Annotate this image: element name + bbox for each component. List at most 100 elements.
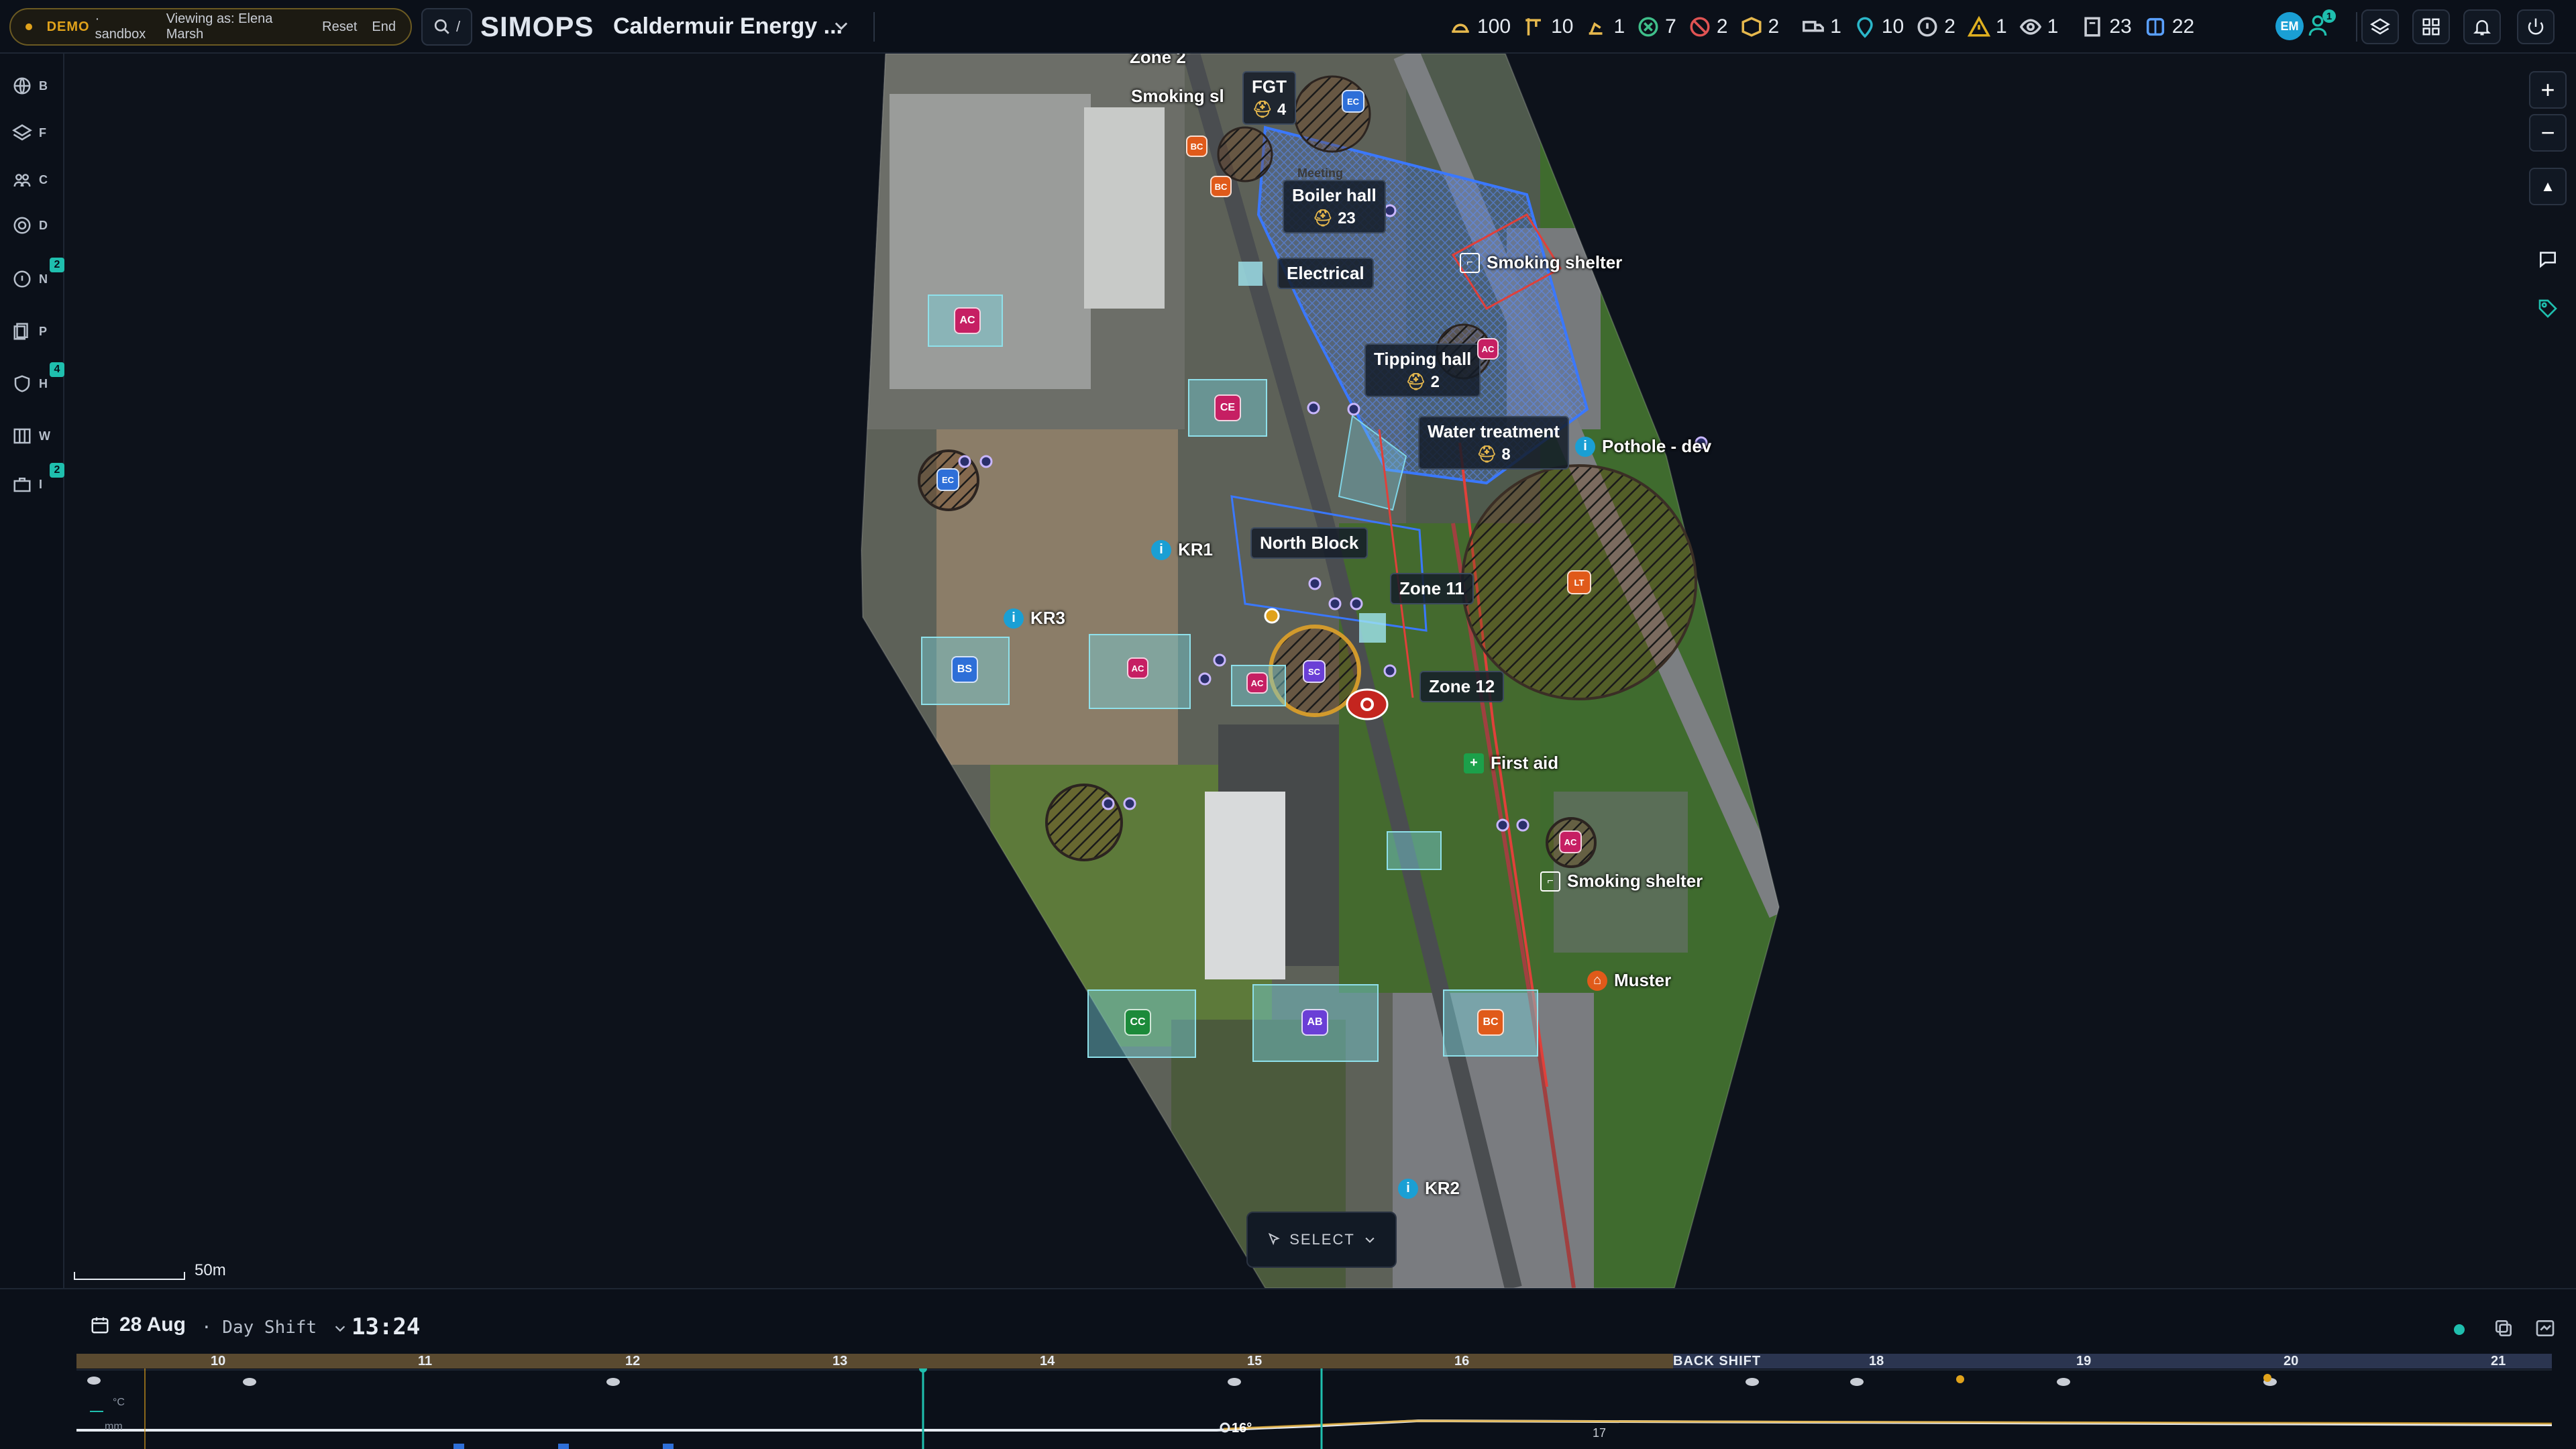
rail-letter: C: [39, 172, 48, 186]
date-picker[interactable]: 28 Aug: [90, 1313, 186, 1336]
notifications-button[interactable]: [2463, 9, 2501, 44]
rail-item-i[interactable]: I2: [12, 463, 64, 499]
pin-smoking-shelter[interactable]: ⌐ Smoking shelter: [1460, 252, 1622, 273]
stat-hardhat[interactable]: 100: [1449, 15, 1511, 38]
smoking-label[interactable]: Smoking sl: [1131, 86, 1224, 107]
tag-icon[interactable]: [2537, 298, 2559, 323]
marker-ab[interactable]: AB: [1301, 1009, 1328, 1036]
marker-cc[interactable]: CC: [1124, 1009, 1151, 1036]
reset-button[interactable]: Reset: [322, 19, 357, 35]
marker-bc[interactable]: BC: [1186, 136, 1208, 157]
marker-ac[interactable]: AC: [954, 307, 981, 334]
pin-muster[interactable]: ⌂ Muster: [1587, 970, 1671, 991]
search-button[interactable]: /: [421, 8, 472, 46]
layers-button[interactable]: [2361, 9, 2399, 44]
demo-tag: DEMO: [46, 19, 90, 34]
select-mode-button[interactable]: SELECT: [1246, 1212, 1397, 1268]
live-dot[interactable]: [2454, 1324, 2465, 1335]
map-canvas[interactable]: Zone 2 Smoking sl Meeting FGT ⛑ 4 Boiler…: [64, 54, 2576, 1288]
comments-icon[interactable]: [2537, 248, 2559, 273]
stat-warning[interactable]: 1: [1967, 15, 2007, 38]
stat-prohibited[interactable]: 2: [1688, 15, 1728, 38]
team-icon[interactable]: 1: [2308, 9, 2336, 39]
stat-hazard[interactable]: 7: [1637, 15, 1676, 38]
pin-kr3[interactable]: i KR3: [1004, 608, 1065, 629]
marker-ce[interactable]: CE: [1214, 394, 1241, 421]
zone-2-label[interactable]: Zone 2: [1130, 54, 1186, 68]
area-water-treatment[interactable]: Water treatment ⛑ 8: [1418, 416, 1569, 470]
area-tipping-hall[interactable]: Tipping hall ⛑ 2: [1364, 343, 1481, 397]
stat-info[interactable]: 2: [1916, 15, 1955, 38]
stat-location[interactable]: 10: [1854, 15, 1904, 38]
hazard-marker[interactable]: [1346, 688, 1389, 720]
stat-box[interactable]: 2: [1740, 15, 1779, 38]
chevron-down-icon[interactable]: [832, 16, 851, 35]
demo-env: · sandbox: [95, 11, 146, 42]
date-value: 28 Aug: [119, 1313, 186, 1336]
marker-ac[interactable]: AC: [1477, 338, 1499, 360]
rail-item-w[interactable]: W: [12, 421, 59, 451]
shift-selector[interactable]: · Day Shift: [201, 1318, 347, 1338]
weather-chart[interactable]: [76, 1368, 2552, 1449]
avatar[interactable]: EM: [2275, 12, 2304, 40]
apps-button[interactable]: [2412, 9, 2450, 44]
power-button[interactable]: [2517, 9, 2555, 44]
area-boiler-hall[interactable]: Boiler hall ⛑ 23: [1283, 180, 1386, 233]
site-selector[interactable]: Caldermuir Energy ...: [613, 13, 843, 40]
copy-icon[interactable]: [2493, 1318, 2514, 1342]
location-icon: [1857, 17, 1873, 38]
marker-ac[interactable]: AC: [1127, 657, 1148, 679]
rail-item-h[interactable]: H4: [12, 362, 64, 398]
warning-icon: [1967, 15, 1990, 37]
marker-bs[interactable]: BS: [951, 656, 978, 683]
rail-letter: B: [39, 78, 48, 93]
zoom-out-button[interactable]: −: [2529, 114, 2567, 152]
stat-excavator[interactable]: 1: [1585, 15, 1625, 38]
pin-smoking-shelter[interactable]: ⌐ Smoking shelter: [1540, 871, 1703, 892]
layers-icon: [2370, 18, 2390, 35]
rail-item-n[interactable]: N2: [12, 258, 64, 294]
hour-tick: 13: [833, 1354, 848, 1368]
pin-pothole[interactable]: i Pothole - dev: [1575, 436, 1711, 457]
area-electrical[interactable]: Electrical: [1277, 258, 1374, 289]
pin-first-aid[interactable]: + First aid: [1464, 753, 1558, 773]
marker-sc[interactable]: SC: [1303, 660, 1326, 683]
marker-ec[interactable]: EC: [936, 468, 959, 491]
pin-kr2[interactable]: i KR2: [1398, 1178, 1460, 1199]
end-button[interactable]: End: [372, 19, 396, 35]
area-fgt[interactable]: FGT ⛑ 4: [1242, 71, 1296, 125]
marker-lt[interactable]: LT: [1567, 570, 1591, 594]
marker-ec[interactable]: EC: [1342, 90, 1364, 113]
export-icon[interactable]: [2534, 1318, 2556, 1342]
zoom-in-button[interactable]: +: [2529, 71, 2567, 109]
stat-eye[interactable]: 1: [2019, 15, 2058, 38]
pin-kr1[interactable]: i KR1: [1151, 539, 1213, 560]
area-north-block[interactable]: North Block: [1250, 527, 1368, 559]
excavator-icon: [1589, 22, 1603, 35]
box-icon: [1741, 17, 1762, 37]
calendar-icon: [91, 1317, 109, 1334]
north-arrow-button[interactable]: ▲: [2529, 168, 2567, 205]
stat-truck[interactable]: 1: [1802, 15, 1841, 38]
chevron-down-icon: [335, 1325, 345, 1332]
area-zone-11[interactable]: Zone 11: [1390, 573, 1474, 604]
rail-item-b[interactable]: B: [12, 71, 59, 101]
rail-item-d[interactable]: D: [12, 211, 59, 240]
rail-item-p[interactable]: P: [12, 317, 59, 346]
stat-building[interactable]: 23: [2081, 15, 2132, 38]
marker-bc[interactable]: BC: [1477, 1009, 1504, 1036]
stat-grid[interactable]: 22: [2144, 15, 2194, 38]
rail-item-f[interactable]: F: [12, 118, 59, 148]
area-zone-12[interactable]: Zone 12: [1419, 671, 1505, 702]
time-ruler[interactable]: [76, 1354, 2552, 1368]
marker-bc[interactable]: BC: [1210, 176, 1232, 197]
rail-badge: 4: [50, 362, 64, 377]
marker-ac[interactable]: AC: [1246, 672, 1268, 694]
worker-count: ⛑ 4: [1252, 101, 1287, 119]
group-icon: [13, 174, 31, 187]
lower-value: 17: [1593, 1426, 1607, 1440]
stat-crane[interactable]: 10: [1523, 15, 1573, 38]
rail-item-c[interactable]: C: [12, 165, 59, 195]
marker-ac[interactable]: AC: [1559, 830, 1582, 853]
app-logo: SIMOPS: [480, 11, 594, 42]
